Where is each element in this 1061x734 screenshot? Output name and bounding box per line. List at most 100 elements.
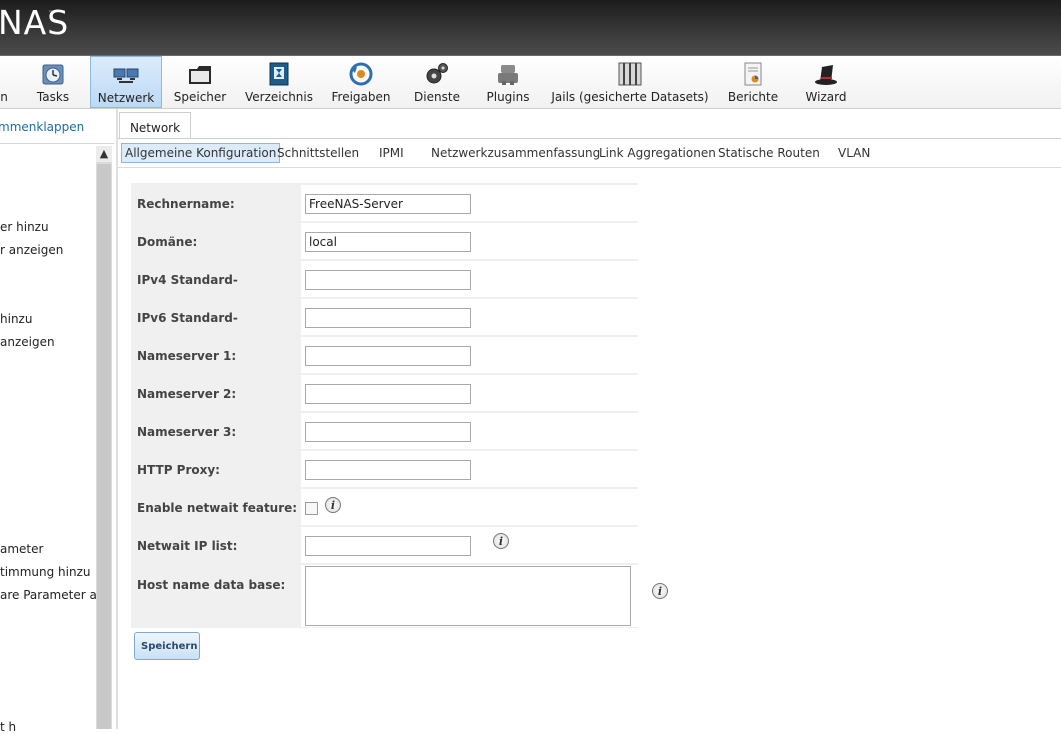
logo: NAS: [0, 3, 70, 42]
toolbar-speicher[interactable]: Speicher: [170, 56, 230, 108]
subtab-divider: [118, 167, 1061, 168]
netwait-label: Enable netwait feature:: [133, 489, 300, 525]
toolbar-jails[interactable]: Jails (gesicherte Datasets): [550, 56, 710, 108]
nameserver-1-cell: [301, 337, 638, 373]
ipv4-gateway-label: IPv4 Standard-Gateway:: [133, 261, 300, 325]
hostname-label: Rechnername:: [133, 185, 300, 221]
nameserver-2-input[interactable]: [305, 384, 471, 404]
toolbar-system-label: n: [0, 90, 8, 104]
hosts-db-cell: [301, 565, 638, 627]
nav-tree-item[interactable]: ameter: [0, 542, 43, 556]
toolbar-berichte-label: Berichte: [727, 90, 779, 104]
scroll-up-arrow-icon[interactable]: ▲: [96, 146, 112, 162]
subtab-network-summary[interactable]: Netzwerkzusammenfassung: [431, 143, 600, 163]
ipv4-gateway-cell: [301, 261, 638, 297]
left-panel-divider: [0, 143, 114, 144]
subtab-vlan[interactable]: VLAN: [838, 143, 870, 163]
form-row-http-proxy: HTTP Proxy:: [131, 451, 638, 487]
panel-splitter[interactable]: [116, 109, 118, 729]
form-row-netwait: Enable netwait feature: i: [131, 489, 638, 525]
info-icon[interactable]: i: [493, 533, 509, 549]
netwait-ip-cell: i: [301, 527, 638, 563]
report-icon: [744, 62, 762, 86]
http-proxy-label: HTTP Proxy:: [133, 451, 300, 487]
collapse-all-link[interactable]: mmenklappen: [0, 120, 84, 134]
hostname-input[interactable]: [305, 194, 471, 214]
form-row-netwait-ip: Netwait IP list: i: [131, 527, 638, 563]
nav-tree-item[interactable]: hinzu: [0, 312, 32, 326]
nav-tree-item[interactable]: anzeigen: [0, 335, 55, 349]
toolbar-plugins-label: Plugins: [486, 90, 530, 104]
toolbar-jails-label: Jails (gesicherte Datasets): [551, 90, 709, 104]
nav-tree-item[interactable]: r anzeigen: [0, 243, 63, 257]
netwait-cell: i: [301, 489, 638, 525]
netwait-ip-input[interactable]: [305, 536, 471, 556]
folder-icon: [189, 66, 211, 84]
logo-trademark: ™: [48, 10, 54, 17]
toolbar-wizard-label: Wizard: [805, 90, 847, 104]
form-row-nameserver-1: Nameserver 1:: [131, 337, 638, 373]
ipv4-gateway-input[interactable]: [305, 270, 471, 290]
toolbar-freigaben[interactable]: Freigaben: [328, 56, 394, 108]
toolbar-berichte[interactable]: Berichte: [724, 56, 782, 108]
nav-tree-item[interactable]: are Parameter ar: [0, 588, 102, 602]
ipv6-gateway-input[interactable]: [305, 308, 471, 328]
nameserver-3-label: Nameserver 3:: [133, 413, 300, 449]
toolbar-dienste[interactable]: Dienste: [408, 56, 466, 108]
nav-tree-item[interactable]: er hinzu: [0, 220, 49, 234]
http-proxy-cell: [301, 451, 638, 487]
save-button[interactable]: Speichern: [134, 632, 200, 660]
form-row-hostname: Rechnername:: [131, 185, 638, 221]
form-row-domain: Domäne:: [131, 223, 638, 259]
hostname-cell: [301, 185, 638, 221]
nameserver-2-label: Nameserver 2:: [133, 375, 300, 411]
toolbar-wizard[interactable]: Wizard: [798, 56, 854, 108]
scrollbar-thumb[interactable]: [97, 164, 111, 729]
form-row-hosts-db: Host name data base:: [131, 565, 638, 627]
toolbar-system[interactable]: n: [0, 56, 16, 108]
nav-tree-item[interactable]: t h: [0, 720, 16, 734]
nameserver-3-input[interactable]: [305, 422, 471, 442]
form-row-nameserver-3: Nameserver 3:: [131, 413, 638, 449]
toolbar-netzwerk[interactable]: Netzwerk: [90, 56, 162, 108]
main-toolbar: n Tasks Netzwerk Speicher Verzeichnis Fr…: [0, 56, 1061, 109]
netwait-checkbox[interactable]: [305, 502, 318, 515]
toolbar-freigaben-label: Freigaben: [331, 90, 391, 104]
subtab-link-aggregations[interactable]: Link Aggregationen: [599, 143, 716, 163]
nameserver-1-input[interactable]: [305, 346, 471, 366]
hosts-db-label: Host name data base:: [133, 565, 300, 627]
nav-tree-item[interactable]: timmung hinzu: [0, 565, 91, 579]
wizard-hat-icon: [815, 65, 837, 85]
toolbar-verzeichnis-label: Verzeichnis: [244, 90, 313, 104]
toolbar-netzwerk-label: Netzwerk: [97, 91, 155, 105]
form-row-ipv6-gateway: IPv6 Standard-Gateway:: [131, 299, 638, 363]
info-icon[interactable]: i: [652, 583, 668, 599]
plugin-icon: [498, 65, 518, 85]
nameserver-2-cell: [301, 375, 638, 411]
left-navigation-panel: mmenklappen er hinzu r anzeigen hinzu an…: [0, 109, 114, 734]
toolbar-tasks-label: Tasks: [36, 90, 70, 104]
directory-icon: [269, 62, 289, 86]
domain-input[interactable]: [305, 232, 471, 252]
clock-icon: [42, 64, 64, 85]
form-row-ipv4-gateway: IPv4 Standard-Gateway:: [131, 261, 638, 325]
tab-bar-divider: [118, 138, 1061, 139]
general-config-form: Rechnername: Domäne: IPv4 Standard-Gatew…: [131, 183, 638, 628]
subtab-ipmi[interactable]: IPMI: [379, 143, 404, 163]
toolbar-verzeichnis[interactable]: Verzeichnis: [243, 56, 315, 108]
app-header: NAS ™: [0, 0, 1061, 56]
subtab-general-config[interactable]: Allgemeine Konfiguration: [121, 143, 281, 163]
sharing-icon: [349, 62, 373, 86]
network-icon: [113, 68, 139, 83]
domain-cell: [301, 223, 638, 259]
tab-network[interactable]: Network: [119, 112, 191, 138]
toolbar-plugins[interactable]: Plugins: [480, 56, 536, 108]
toolbar-dienste-label: Dienste: [414, 90, 460, 104]
http-proxy-input[interactable]: [305, 460, 471, 480]
info-icon[interactable]: i: [325, 497, 341, 513]
subtab-interfaces[interactable]: Schnittstellen: [277, 143, 359, 163]
subtab-static-routes[interactable]: Statische Routen: [718, 143, 820, 163]
hosts-db-textarea[interactable]: [305, 566, 631, 626]
toolbar-tasks[interactable]: Tasks: [28, 56, 78, 108]
form-row-nameserver-2: Nameserver 2:: [131, 375, 638, 411]
